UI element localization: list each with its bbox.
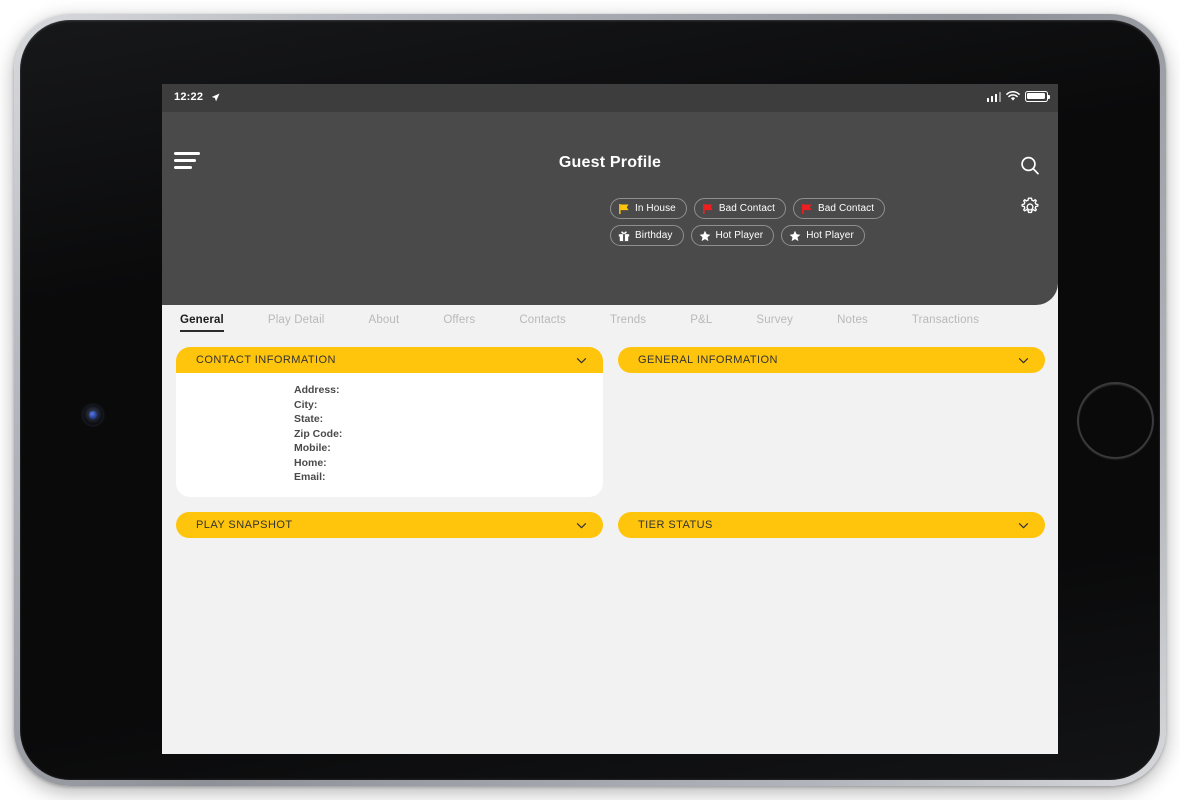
flag-icon	[702, 203, 713, 214]
contact-field-list: Address: City: State: Zip Code: Mobile: …	[294, 383, 603, 485]
badge-label: Birthday	[635, 230, 673, 241]
flag-icon	[619, 203, 629, 214]
tab-play-detail[interactable]: Play Detail	[268, 314, 325, 332]
wifi-icon	[1006, 91, 1020, 101]
field-label: City:	[294, 398, 318, 411]
tab-trends[interactable]: Trends	[610, 314, 646, 332]
device-screen: 12:22 Guest Profile In House Bad Contact…	[162, 84, 1058, 754]
field-home: Home:	[294, 456, 603, 471]
status-icons-group	[986, 91, 1051, 102]
device-bezel: 12:22 Guest Profile In House Bad Contact…	[20, 20, 1160, 780]
location-arrow-icon	[211, 93, 220, 102]
tab-list: General Play Detail About Offers Contact…	[180, 305, 1023, 332]
panel-tier-status: TIER STATUS	[618, 512, 1045, 538]
tab-contacts[interactable]: Contacts	[519, 314, 566, 332]
field-label: Home:	[294, 456, 327, 469]
battery-icon	[1025, 91, 1051, 102]
star-icon	[789, 230, 801, 241]
panel-title: CONTACT INFORMATION	[196, 354, 336, 366]
badge-in-house[interactable]: In House	[610, 198, 687, 219]
guest-badge-list: In House Bad Contact Bad Contact Birthda…	[610, 198, 910, 246]
field-label: Email:	[294, 471, 326, 483]
badge-hot-player-2[interactable]: Hot Player	[781, 225, 865, 246]
chevron-down-icon[interactable]	[1018, 355, 1029, 366]
badge-birthday[interactable]: Birthday	[610, 225, 684, 246]
page-title: Guest Profile	[558, 154, 662, 171]
field-state: State:	[294, 412, 603, 427]
app-header: Guest Profile In House Bad Contact Bad C…	[162, 112, 1058, 305]
tab-bar: General Play Detail About Offers Contact…	[162, 305, 1058, 333]
status-time: 12:22	[174, 91, 204, 103]
field-label: Address:	[294, 384, 340, 396]
chevron-down-icon[interactable]	[576, 520, 587, 531]
camera-lens	[89, 411, 97, 419]
panel-header-contact-information[interactable]: CONTACT INFORMATION	[176, 347, 603, 373]
cellular-signal-icon	[986, 91, 1001, 102]
ios-status-bar: 12:22	[162, 84, 1058, 112]
badge-label: Bad Contact	[718, 203, 775, 214]
badge-bad-contact-2[interactable]: Bad Contact	[792, 198, 886, 219]
flag-icon	[802, 203, 812, 214]
tab-transactions[interactable]: Transactions	[912, 314, 979, 332]
panel-body-contact-information: Address: City: State: Zip Code: Mobile: …	[176, 373, 603, 497]
search-icon[interactable]	[1018, 154, 1042, 178]
chevron-down-icon[interactable]	[576, 355, 587, 366]
tab-survey[interactable]: Survey	[756, 314, 793, 332]
field-address: Address:	[294, 383, 603, 398]
badge-label: Hot Player	[715, 230, 764, 241]
badge-hot-player-1[interactable]: Hot Player	[690, 225, 775, 246]
tab-notes[interactable]: Notes	[837, 314, 868, 332]
field-city: City:	[294, 398, 603, 413]
panel-header-play-snapshot[interactable]: PLAY SNAPSHOT	[176, 512, 603, 538]
home-button[interactable]	[1077, 382, 1154, 459]
badge-bad-contact-1[interactable]: Bad Contact	[693, 198, 786, 219]
star-icon	[699, 230, 710, 241]
panel-play-snapshot: PLAY SNAPSHOT	[176, 512, 603, 538]
gear-icon[interactable]	[1018, 195, 1042, 219]
panel-title: PLAY SNAPSHOT	[196, 519, 293, 531]
panel-title: TIER STATUS	[638, 519, 713, 531]
front-camera-icon	[83, 405, 103, 425]
field-mobile: Mobile:	[294, 441, 603, 456]
gift-icon	[618, 231, 630, 241]
panel-title: GENERAL INFORMATION	[638, 354, 778, 366]
field-label: Mobile:	[294, 442, 331, 454]
badge-label: Hot Player	[806, 230, 854, 241]
tab-about[interactable]: About	[369, 314, 400, 332]
tab-general[interactable]: General	[180, 314, 224, 332]
field-email: Email:	[294, 470, 603, 485]
panel-general-information: GENERAL INFORMATION	[618, 347, 1045, 373]
field-zip-code: Zip Code:	[294, 427, 603, 442]
chevron-down-icon[interactable]	[1018, 520, 1029, 531]
panel-contact-information: CONTACT INFORMATION Address: City: State…	[176, 347, 603, 497]
tab-offers[interactable]: Offers	[443, 314, 475, 332]
badge-label: Bad Contact	[817, 203, 875, 214]
field-label: Zip Code:	[294, 427, 343, 440]
panel-header-tier-status[interactable]: TIER STATUS	[618, 512, 1045, 538]
badge-label: In House	[635, 203, 676, 214]
tab-content-general: CONTACT INFORMATION Address: City: State…	[162, 332, 1058, 754]
battery-fill	[1027, 93, 1046, 100]
tab-pl[interactable]: P&L	[690, 314, 712, 332]
panel-header-general-information[interactable]: GENERAL INFORMATION	[618, 347, 1045, 373]
tablet-device-frame: 12:22 Guest Profile In House Bad Contact…	[14, 14, 1166, 786]
field-label: State:	[294, 413, 324, 425]
